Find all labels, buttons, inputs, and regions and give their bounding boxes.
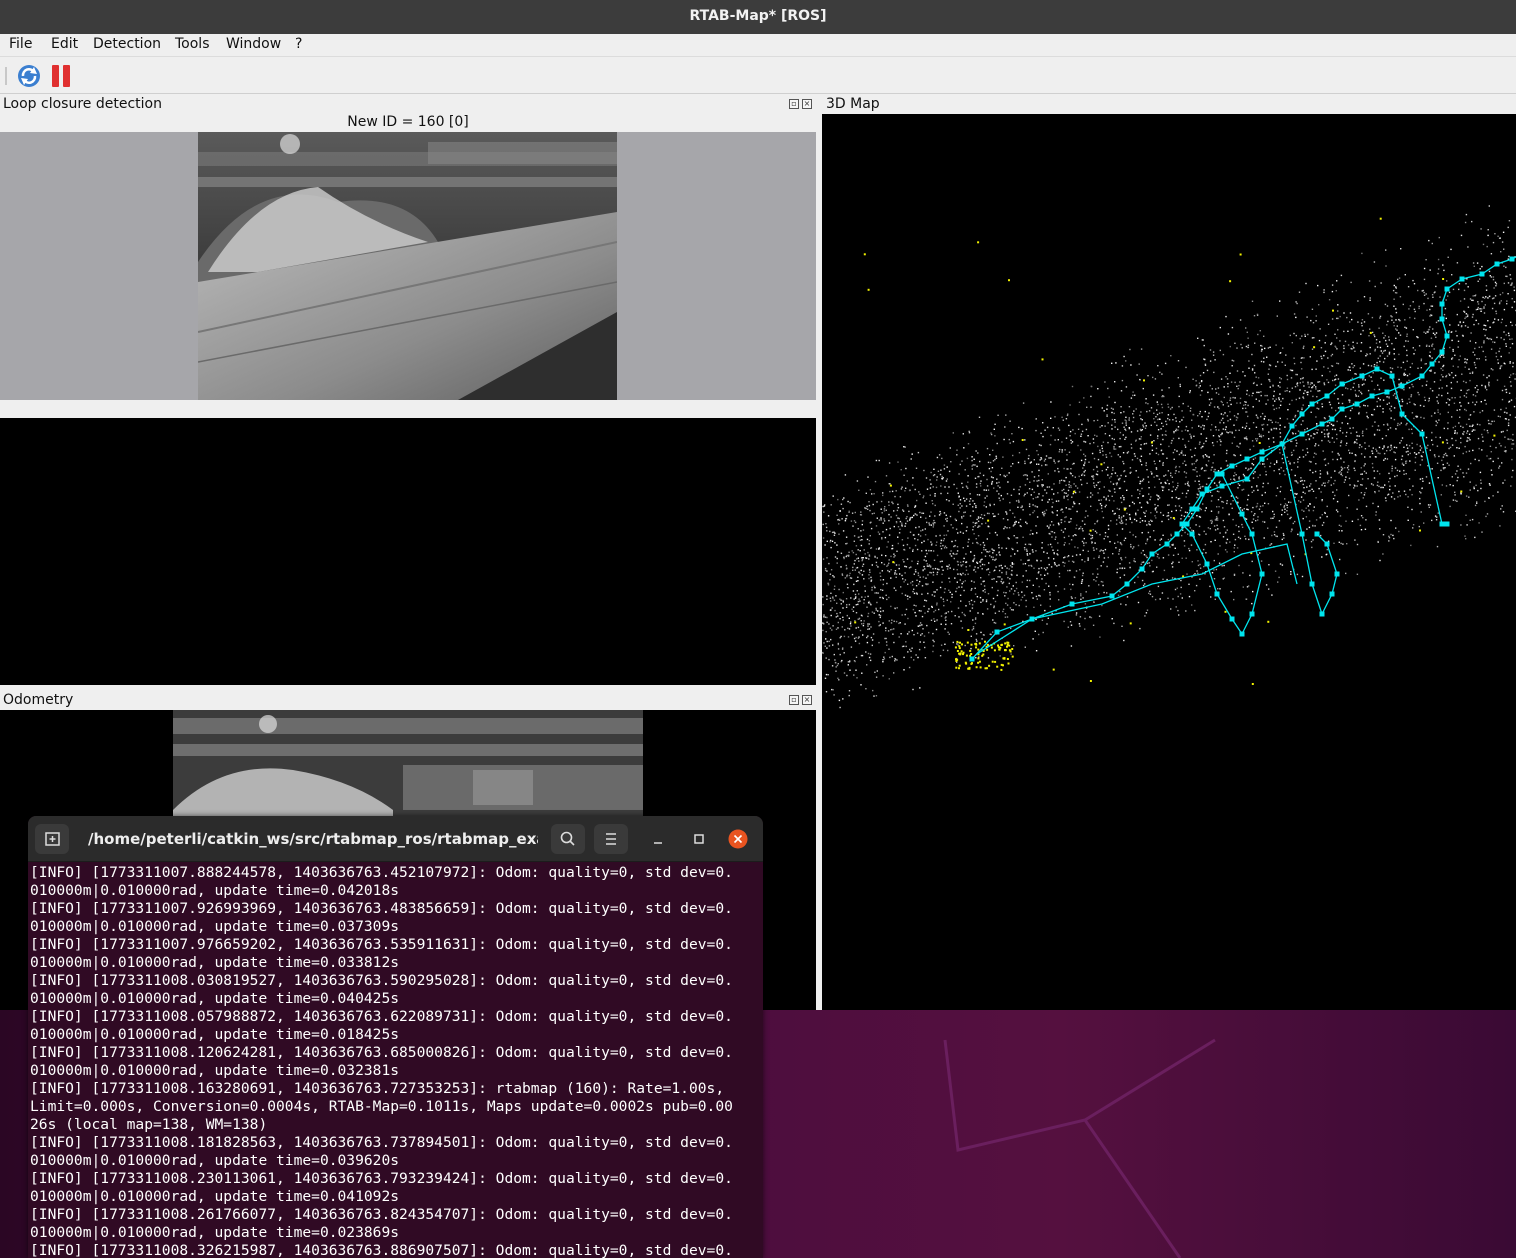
terminal-window: /home/peterli/catkin_ws/src/rtabmap_ros/… [28,816,763,1258]
loop-closure-view [0,132,816,400]
close-icon[interactable]: × [802,695,812,705]
terminal-line: 010000m|0.010000rad, update time=0.01842… [30,1026,400,1043]
terminal-line: 010000m|0.010000rad, update time=0.02386… [30,1224,400,1241]
minimize-icon[interactable] [648,829,668,849]
hamburger-icon [606,833,616,845]
refresh-icon[interactable] [16,63,42,89]
terminal-line: 26s (local map=138, WM=138) [30,1116,268,1133]
terminal-line: [INFO] [1773311008.181828563, 1403636763… [30,1134,733,1151]
terminal-line: 010000m|0.010000rad, update time=0.04042… [30,990,400,1007]
close-icon[interactable]: × [802,99,812,109]
window-title: RTAB-Map* [ROS] [0,0,1516,34]
terminal-line: [INFO] [1773311008.163280691, 1403636763… [30,1080,725,1097]
map-3d-view[interactable] [822,114,1516,1010]
loop-dock-buttons: ▫ × [789,99,812,109]
search-icon [560,831,575,846]
terminal-line: 010000m|0.010000rad, update time=0.03381… [30,954,400,971]
menu-help[interactable]: ? [295,36,302,52]
terminal-line: 010000m|0.010000rad, update time=0.03962… [30,1152,400,1169]
new-id-label: New ID = 160 [0] [347,114,469,130]
close-icon[interactable] [728,829,748,849]
terminal-title: /home/peterli/catkin_ws/src/rtabmap_ros/… [88,830,538,848]
terminal-line: Limit=0.000s, Conversion=0.0004s, RTAB-M… [30,1098,733,1115]
loop-closure-dock-title: Loop closure detection [3,96,162,112]
terminal-output[interactable]: [INFO] [1773311007.888244578, 1403636763… [28,864,763,1258]
terminal-line: [INFO] [1773311007.888244578, 1403636763… [30,864,733,881]
terminal-line: [INFO] [1773311008.057988872, 1403636763… [30,1008,733,1025]
terminal-header: /home/peterli/catkin_ws/src/rtabmap_ros/… [28,816,763,862]
menu-file[interactable]: File [9,36,32,52]
odometry-dock-title: Odometry [3,692,74,708]
menu-window[interactable]: Window [226,36,281,52]
search-button[interactable] [551,824,585,854]
menu-bar: File Edit Detection Tools Window ? [0,34,1516,56]
new-tab-button[interactable] [35,824,69,854]
float-icon[interactable]: ▫ [789,99,799,109]
map-3d-dock-title: 3D Map [826,96,880,112]
terminal-line: 010000m|0.010000rad, update time=0.03730… [30,918,400,935]
terminal-line: [INFO] [1773311008.120624281, 1403636763… [30,1044,733,1061]
terminal-line: 010000m|0.010000rad, update time=0.03238… [30,1062,400,1079]
toolbar-handle[interactable] [4,67,8,85]
new-tab-icon [45,832,60,846]
hamburger-menu-button[interactable] [594,824,628,854]
menu-tools[interactable]: Tools [175,36,210,52]
odometry-dock-buttons: ▫ × [789,695,812,705]
point-cloud-canvas [822,205,1516,709]
terminal-line: [INFO] [1773311008.230113061, 1403636763… [30,1170,733,1187]
float-icon[interactable]: ▫ [789,695,799,705]
terminal-line: [INFO] [1773311008.326215987, 1403636763… [30,1242,733,1258]
terminal-line: [INFO] [1773311008.261766077, 1403636763… [30,1206,733,1223]
terminal-line: [INFO] [1773311007.926993969, 1403636763… [30,900,733,917]
toolbar [0,56,1516,94]
odometry-camera-image [173,710,643,820]
loop-match-view [0,418,816,685]
maximize-icon[interactable] [689,829,709,849]
loop-camera-image [198,132,617,400]
menu-edit[interactable]: Edit [51,36,78,52]
terminal-line: 010000m|0.010000rad, update time=0.04201… [30,882,400,899]
terminal-line: [INFO] [1773311008.030819527, 1403636763… [30,972,733,989]
menu-detection[interactable]: Detection [93,36,161,52]
terminal-line: [INFO] [1773311007.976659202, 1403636763… [30,936,733,953]
terminal-line: 010000m|0.010000rad, update time=0.04109… [30,1188,400,1205]
pause-icon[interactable] [48,63,74,89]
